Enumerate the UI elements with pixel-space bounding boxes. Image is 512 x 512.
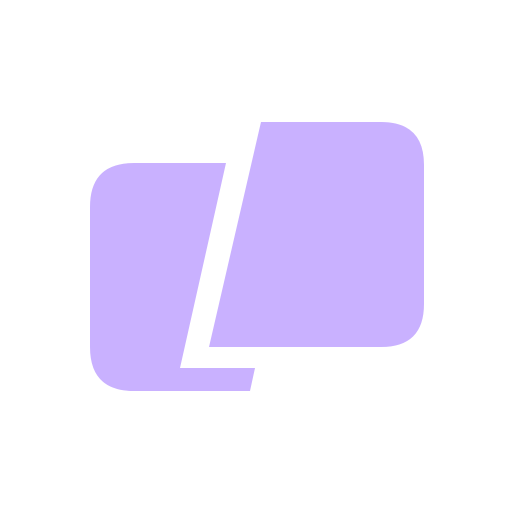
- split-chat-bubbles-icon: [90, 122, 424, 391]
- right-panel-shape: [209, 122, 424, 347]
- app-icon-canvas: [0, 0, 512, 512]
